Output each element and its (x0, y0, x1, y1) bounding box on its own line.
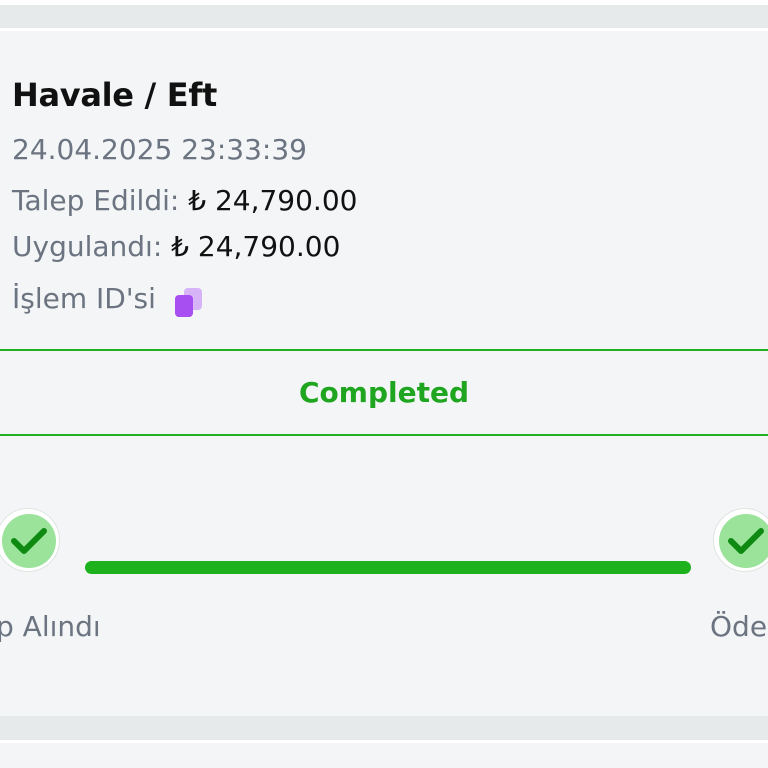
status-label: Completed (298, 376, 469, 409)
applied-amount-label: Uygulandı: (12, 230, 163, 263)
check-icon (11, 528, 47, 554)
applied-amount-value: ₺ 24,790.00 (171, 230, 341, 263)
transaction-id-label: İşlem ID'si (12, 282, 156, 315)
step-payment-label: Öde (710, 610, 768, 643)
transaction-title: Havale / Eft (12, 76, 217, 114)
progress-line (85, 561, 691, 574)
step-received-label: p Alındı (0, 610, 101, 643)
requested-amount-row: Talep Edildi: ₺ 24,790.00 (12, 184, 357, 217)
check-icon (728, 528, 764, 554)
page: Havale / Eft 24.04.2025 23:33:39 Talep E… (0, 0, 768, 768)
requested-amount-value: ₺ 24,790.00 (188, 184, 358, 217)
step-payment-indicator (713, 508, 768, 572)
top-divider (0, 0, 768, 5)
copy-icon[interactable] (172, 286, 206, 320)
transaction-datetime: 24.04.2025 23:33:39 (12, 133, 307, 166)
applied-amount-row: Uygulandı: ₺ 24,790.00 (12, 230, 340, 263)
status-banner: Completed (0, 349, 768, 436)
next-card (0, 740, 768, 768)
requested-amount-label: Talep Edildi: (12, 184, 180, 217)
